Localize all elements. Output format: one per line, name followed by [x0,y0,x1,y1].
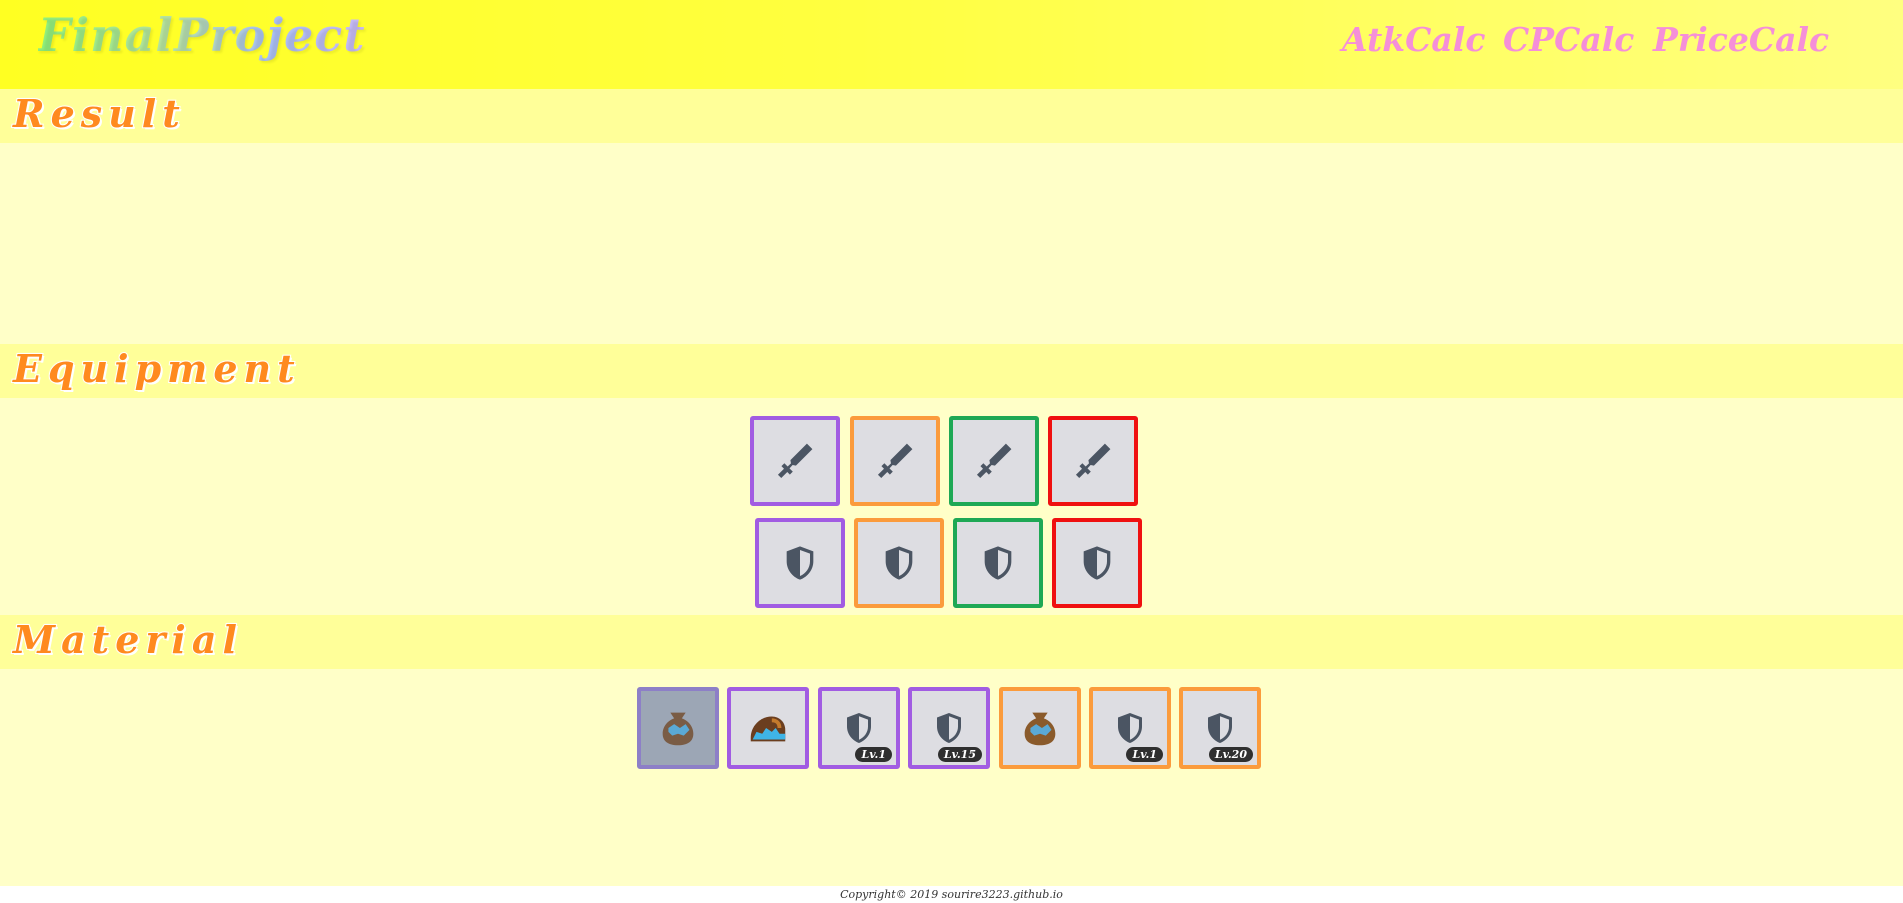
nav-pricecalc-link[interactable]: PriceCalc [1653,20,1829,59]
shield-icon [847,713,871,743]
shield-icon [1118,713,1142,743]
weapon-slot-green[interactable] [949,416,1039,506]
material-slot[interactable] [637,687,719,769]
material-slot[interactable]: Lv.1 [1089,687,1171,769]
material-panel: Lv.1 Lv.15 Lv.1 Lv.20 [0,669,1903,886]
equipment-header: Equipment [0,344,1903,398]
top-navbar: FinalProject AtkCalc CPCalc PriceCalc [0,0,1903,89]
nav-cpcalc-link[interactable]: CPCalc [1503,20,1634,59]
armor-slot-green[interactable] [953,518,1043,608]
result-header: Result [0,89,1903,143]
armor-slot-purple[interactable] [755,518,845,608]
level-badge: Lv.20 [1208,747,1253,762]
material-title: Material [12,616,243,663]
sword-icon [877,443,913,479]
shield-icon [1083,546,1111,580]
equipment-title: Equipment [12,345,301,392]
level-badge: Lv.1 [1126,747,1163,762]
gem-pouch-icon [750,716,786,742]
nav-atkcalc-link[interactable]: AtkCalc [1342,20,1485,59]
result-title: Result [12,90,186,137]
gem-bag-icon [1024,712,1056,746]
level-badge: Lv.15 [937,747,982,762]
armor-slot-red[interactable] [1052,518,1142,608]
material-slot[interactable] [999,687,1081,769]
material-header: Material [0,615,1903,669]
material-slot[interactable] [727,687,809,769]
material-slot[interactable]: Lv.15 [908,687,990,769]
armor-slot-orange[interactable] [854,518,944,608]
weapon-slot-orange[interactable] [850,416,940,506]
site-logo[interactable]: FinalProject [38,8,366,62]
level-badge: Lv.1 [855,747,892,762]
material-slot[interactable]: Lv.20 [1179,687,1261,769]
shield-icon [1208,713,1232,743]
weapon-slot-red[interactable] [1048,416,1138,506]
material-slot[interactable]: Lv.1 [818,687,900,769]
footer-copyright: Copyright© 2019 sourire3223.github.io [0,886,1903,903]
result-panel [0,143,1903,344]
shield-icon [786,546,814,580]
shield-icon [984,546,1012,580]
sword-icon [1075,443,1111,479]
equipment-panel [0,398,1903,615]
sword-icon [777,443,813,479]
sword-icon [976,443,1012,479]
shield-icon [885,546,913,580]
weapon-slot-purple[interactable] [750,416,840,506]
shield-icon [937,713,961,743]
gem-bag-icon [662,712,694,746]
